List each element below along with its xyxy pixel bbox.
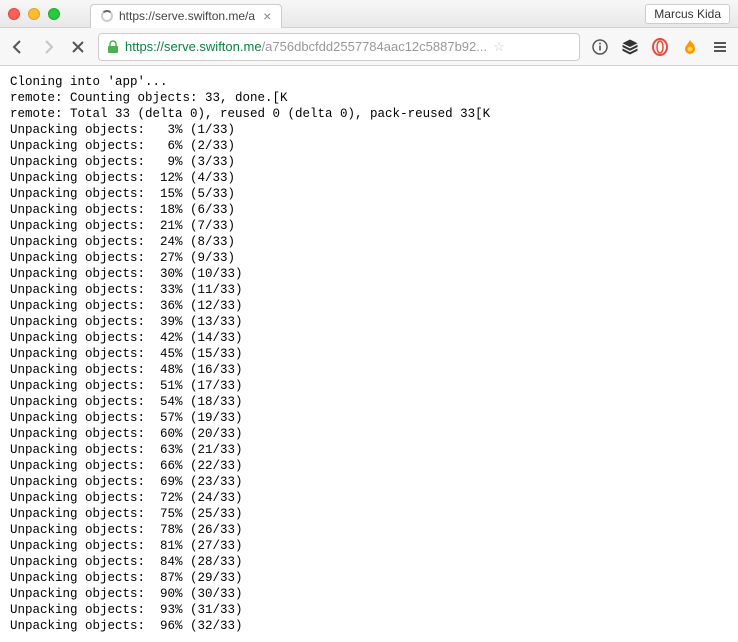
extension-buffer-icon[interactable]	[620, 37, 640, 57]
forward-button[interactable]	[38, 37, 58, 57]
maximize-window-button[interactable]	[48, 8, 60, 20]
extension-flame-icon[interactable]	[680, 37, 700, 57]
bookmark-star-icon[interactable]: ☆	[493, 39, 505, 55]
close-tab-button[interactable]: ×	[255, 8, 271, 24]
back-button[interactable]	[8, 37, 28, 57]
address-bar[interactable]: https://serve.swifton.me/a756dbcfdd25577…	[98, 33, 580, 61]
stop-button[interactable]	[68, 37, 88, 57]
minimize-window-button[interactable]	[28, 8, 40, 20]
url-path: /a756dbcfdd2557784aac12c5887b92...	[262, 39, 488, 54]
close-window-button[interactable]	[8, 8, 20, 20]
browser-toolbar: https://serve.swifton.me/a756dbcfdd25577…	[0, 28, 738, 66]
profile-badge[interactable]: Marcus Kida	[645, 4, 730, 24]
lock-icon	[107, 40, 119, 54]
page-content: Cloning into 'app'... remote: Counting o…	[0, 66, 738, 642]
browser-tab[interactable]: https://serve.swifton.me/a ×	[90, 4, 282, 28]
arrow-right-icon	[40, 39, 56, 55]
window-titlebar: https://serve.swifton.me/a × Marcus Kida	[0, 0, 738, 28]
extension-opera-icon[interactable]	[650, 37, 670, 57]
close-icon	[71, 40, 85, 54]
tab-title: https://serve.swifton.me/a	[119, 9, 255, 23]
url-host: https://serve.swifton.me	[125, 39, 262, 54]
hamburger-icon	[712, 39, 728, 55]
arrow-left-icon	[10, 39, 26, 55]
traffic-lights	[8, 8, 60, 20]
extension-info-icon[interactable]	[590, 37, 610, 57]
menu-button[interactable]	[710, 37, 730, 57]
loading-spinner-icon	[101, 10, 113, 22]
